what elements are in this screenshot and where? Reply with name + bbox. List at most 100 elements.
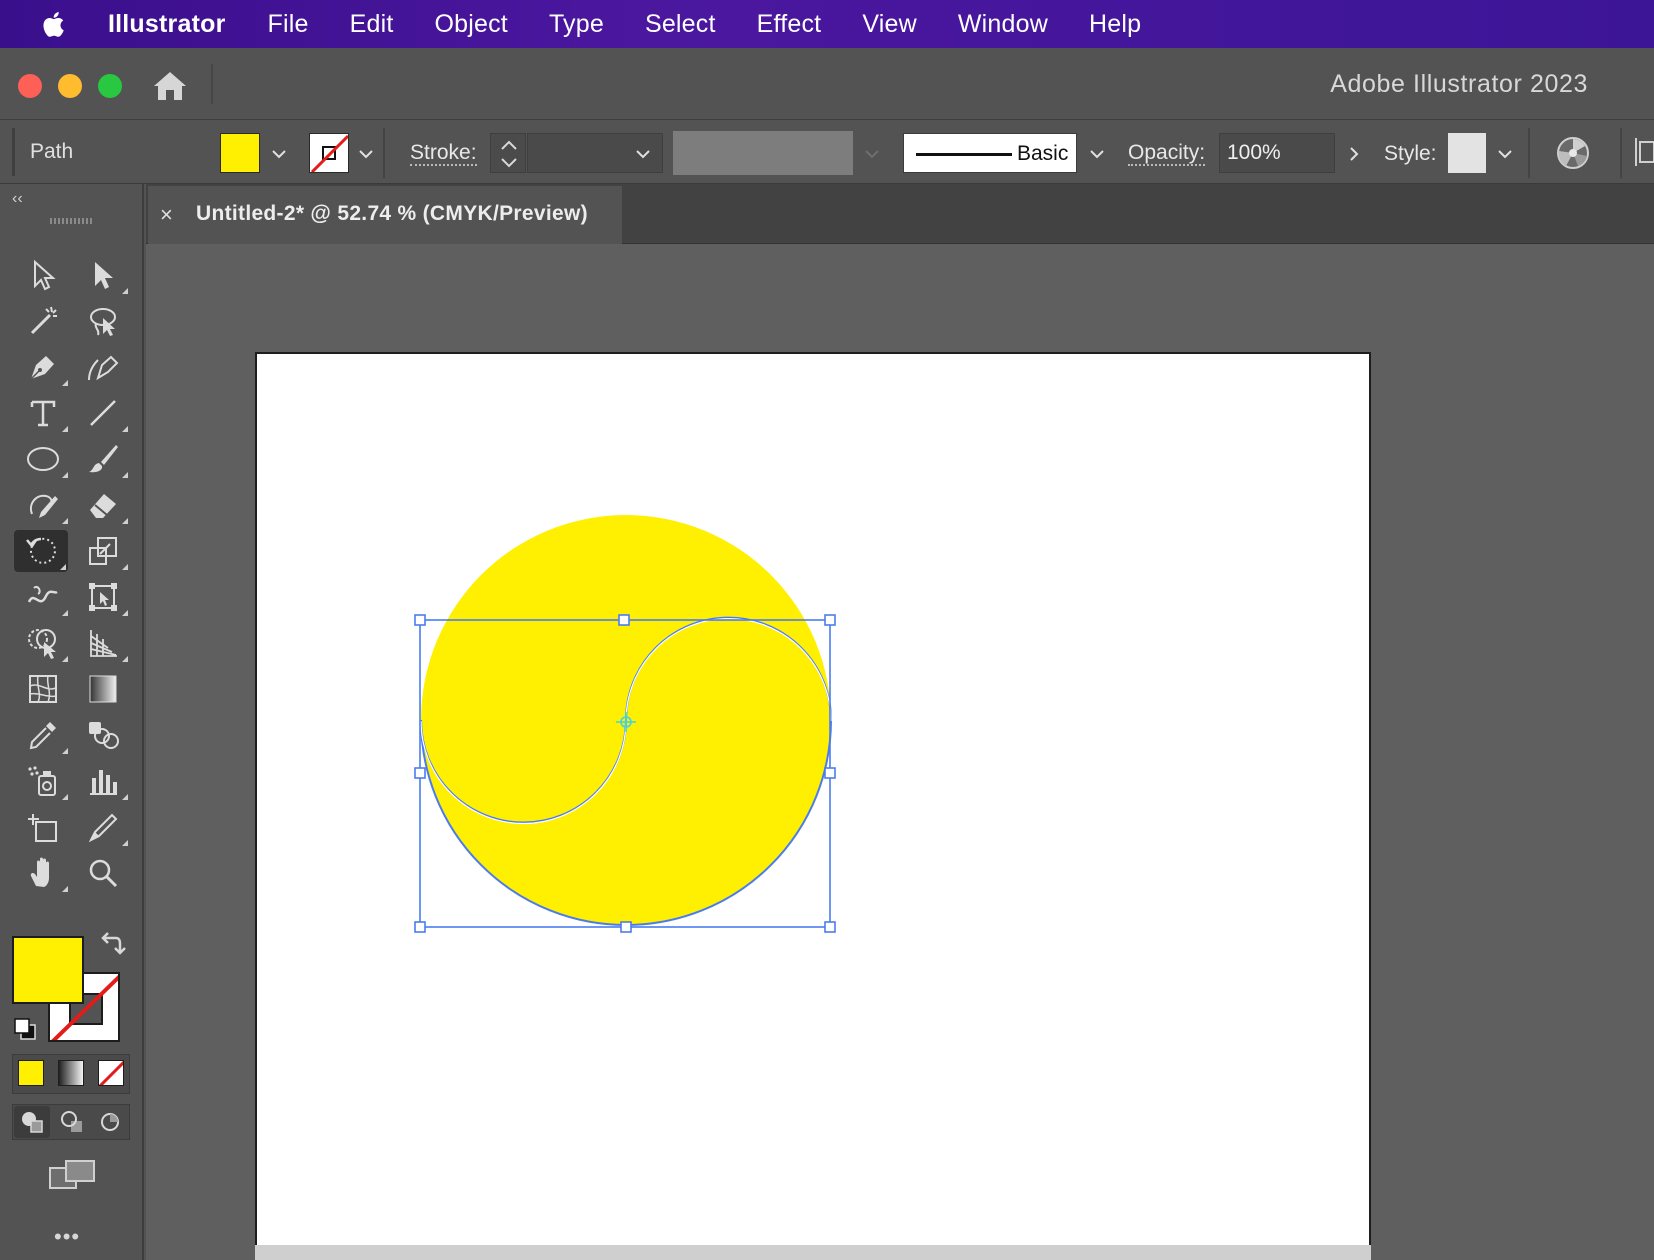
hand-tool[interactable] bbox=[16, 852, 70, 894]
shape-builder-tool[interactable] bbox=[16, 622, 70, 664]
free-transform-tool[interactable] bbox=[76, 576, 130, 618]
menu-object[interactable]: Object bbox=[434, 10, 507, 39]
home-icon[interactable] bbox=[150, 68, 190, 104]
eraser-icon bbox=[90, 494, 116, 518]
draw-normal-button[interactable] bbox=[14, 1106, 50, 1138]
eraser-tool[interactable] bbox=[76, 484, 130, 526]
tool-flyout-indicator bbox=[122, 840, 128, 846]
perspective-grid-tool[interactable] bbox=[76, 622, 130, 664]
tool-flyout-indicator bbox=[60, 564, 66, 570]
appbar-divider bbox=[211, 64, 213, 104]
stroke-weight-stepper[interactable] bbox=[490, 133, 526, 173]
tool-flyout-indicator bbox=[122, 794, 128, 800]
window-close-button[interactable] bbox=[18, 74, 42, 98]
column-graph-tool[interactable] bbox=[76, 760, 130, 802]
ellipse-icon bbox=[27, 447, 59, 471]
curvature-tool[interactable] bbox=[76, 346, 130, 388]
fill-color-box[interactable] bbox=[12, 936, 84, 1004]
magic-wand-icon bbox=[30, 306, 57, 335]
fill-dropdown-chevron-icon[interactable] bbox=[271, 146, 287, 162]
menu-effect[interactable]: Effect bbox=[757, 10, 822, 39]
gradient-mode-button[interactable] bbox=[58, 1060, 84, 1086]
window-zoom-button[interactable] bbox=[98, 74, 122, 98]
document-tab-title[interactable]: Untitled-2* @ 52.74 % (CMYK/Preview) bbox=[196, 202, 588, 226]
direct-selection-tool[interactable] bbox=[76, 254, 130, 296]
horizontal-scrollbar[interactable] bbox=[255, 1245, 1371, 1260]
selection-tool[interactable] bbox=[16, 254, 70, 296]
gradient-tool[interactable] bbox=[76, 668, 130, 710]
apple-logo-icon[interactable] bbox=[36, 6, 72, 42]
lasso-tool[interactable] bbox=[76, 300, 130, 342]
type-tool[interactable] bbox=[16, 392, 70, 434]
gradient-icon bbox=[89, 675, 117, 703]
none-mode-button[interactable] bbox=[98, 1060, 124, 1086]
stroke-none-icon bbox=[310, 134, 348, 172]
tab-close-icon[interactable]: × bbox=[160, 202, 173, 228]
artboard[interactable] bbox=[255, 352, 1371, 1260]
edit-toolbar-more-icon[interactable]: ••• bbox=[54, 1224, 80, 1250]
brush-chevron-icon[interactable] bbox=[1089, 146, 1105, 162]
style-chevron-icon[interactable] bbox=[1497, 146, 1513, 162]
stepper-arrows-icon bbox=[501, 140, 517, 168]
tool-flyout-indicator bbox=[62, 426, 68, 432]
mesh-tool[interactable] bbox=[16, 668, 70, 710]
menu-select[interactable]: Select bbox=[645, 10, 716, 39]
variable-width-profile-dropdown[interactable] bbox=[673, 131, 853, 175]
magic-wand-tool[interactable] bbox=[16, 300, 70, 342]
slice-tool[interactable] bbox=[76, 806, 130, 848]
scale-tool[interactable] bbox=[76, 530, 130, 572]
variable-width-chevron-icon[interactable] bbox=[864, 146, 880, 162]
magnifier-icon bbox=[89, 859, 118, 888]
control-bar-grip[interactable] bbox=[12, 128, 15, 176]
menu-view[interactable]: View bbox=[862, 10, 917, 39]
default-fill-stroke-icon[interactable] bbox=[12, 1016, 38, 1042]
menu-edit[interactable]: Edit bbox=[350, 10, 394, 39]
menu-type[interactable]: Type bbox=[549, 10, 604, 39]
menu-help[interactable]: Help bbox=[1089, 10, 1141, 39]
collapse-panel-button[interactable]: ‹‹ bbox=[12, 190, 23, 208]
rotate-icon bbox=[26, 537, 56, 564]
window-minimize-button[interactable] bbox=[58, 74, 82, 98]
pen-tool[interactable] bbox=[16, 346, 70, 388]
draw-inside-button[interactable] bbox=[92, 1106, 128, 1138]
brush-stroke-preview bbox=[916, 153, 1012, 156]
menu-file[interactable]: File bbox=[268, 10, 309, 39]
paintbrush-tool[interactable] bbox=[76, 438, 130, 480]
graphic-style-swatch[interactable] bbox=[1448, 133, 1486, 173]
opacity-label[interactable]: Opacity: bbox=[1128, 142, 1206, 166]
stroke-label[interactable]: Stroke: bbox=[410, 142, 477, 166]
warp-icon bbox=[27, 585, 58, 603]
fill-color-swatch[interactable] bbox=[220, 133, 260, 173]
rotate-tool[interactable] bbox=[14, 530, 68, 572]
none-slash-icon bbox=[99, 1061, 123, 1085]
color-mode-button[interactable] bbox=[18, 1060, 44, 1086]
brush-definition-dropdown[interactable]: Basic bbox=[903, 133, 1077, 173]
warp-tool[interactable] bbox=[16, 576, 70, 618]
blend-tool[interactable] bbox=[76, 714, 130, 756]
artboard-tool[interactable] bbox=[16, 806, 70, 848]
line-segment-icon bbox=[90, 400, 116, 426]
brush-name-label: Basic bbox=[1017, 142, 1069, 165]
control-separator bbox=[1528, 128, 1530, 178]
swap-fill-stroke-icon[interactable] bbox=[96, 930, 126, 960]
stroke-dropdown-chevron-icon[interactable] bbox=[358, 146, 374, 162]
draw-behind-button[interactable] bbox=[54, 1106, 90, 1138]
stroke-weight-chevron-icon[interactable] bbox=[635, 146, 651, 162]
opacity-input[interactable] bbox=[1219, 133, 1335, 173]
ellipse-tool[interactable] bbox=[16, 438, 70, 480]
tools-panel-grip[interactable] bbox=[50, 218, 92, 224]
eyedropper-tool[interactable] bbox=[16, 714, 70, 756]
shaper-tool[interactable] bbox=[16, 484, 70, 526]
line-segment-tool[interactable] bbox=[76, 392, 130, 434]
zoom-tool[interactable] bbox=[76, 852, 130, 894]
symbol-sprayer-tool[interactable] bbox=[16, 760, 70, 802]
menu-window[interactable]: Window bbox=[958, 10, 1048, 39]
change-screen-mode-icon[interactable] bbox=[48, 1158, 96, 1192]
align-icon[interactable] bbox=[1634, 136, 1654, 168]
tool-flyout-indicator bbox=[122, 288, 128, 294]
tool-flyout-indicator bbox=[122, 472, 128, 478]
opacity-expand-chevron-icon[interactable] bbox=[1346, 146, 1362, 162]
recolor-artwork-icon[interactable] bbox=[1556, 136, 1590, 170]
stroke-color-swatch[interactable] bbox=[309, 133, 349, 173]
menu-app-illustrator[interactable]: Illustrator bbox=[108, 10, 226, 39]
